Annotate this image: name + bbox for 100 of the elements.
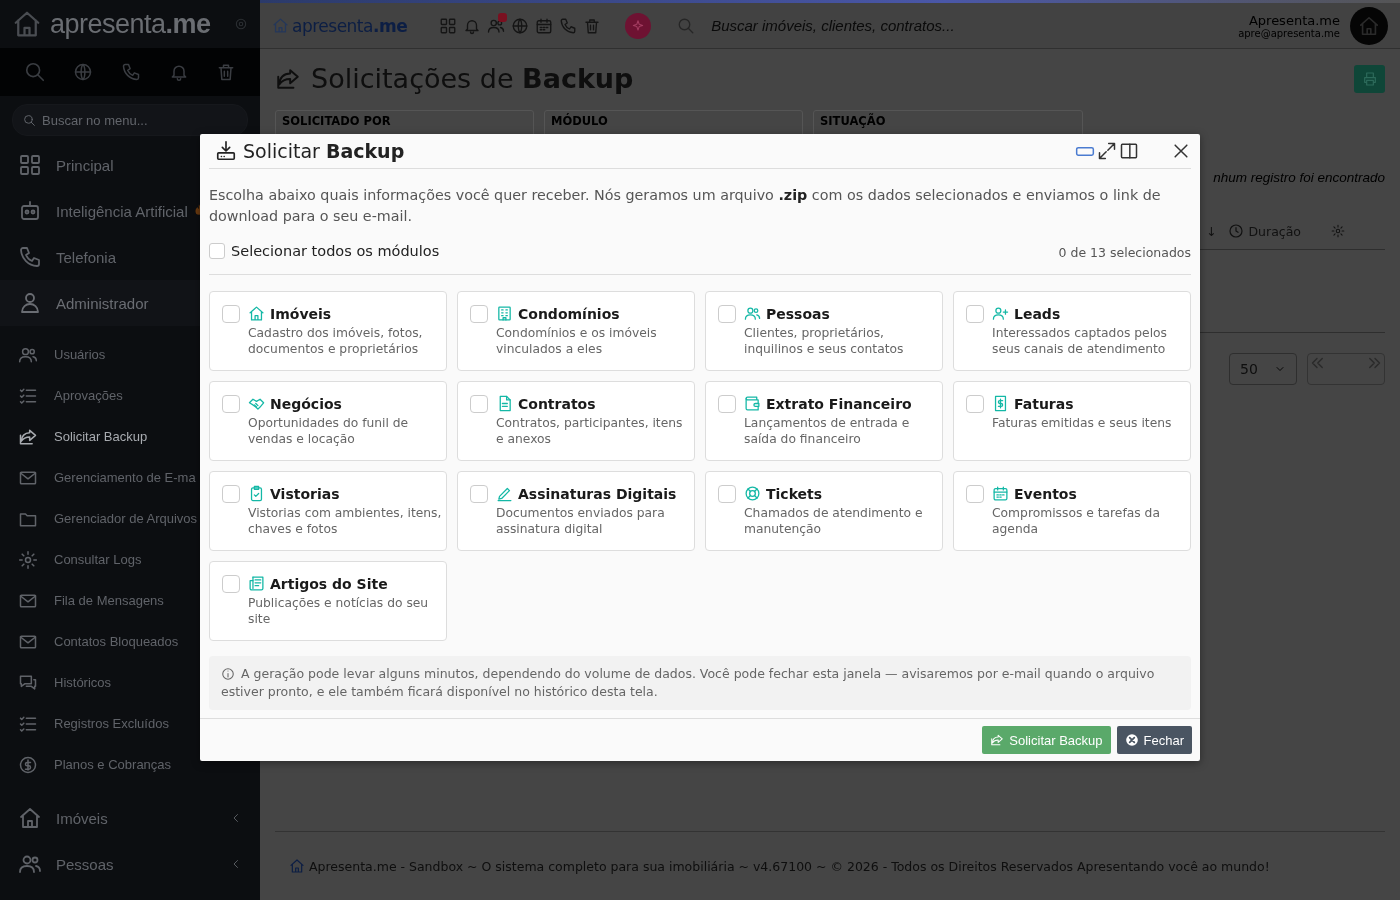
clipboard-check-icon	[248, 485, 265, 502]
module-card[interactable]: Negócios Oportunidades do funil de vendas e locação	[209, 381, 447, 461]
printer-icon	[1361, 70, 1378, 87]
user-avatar[interactable]	[1350, 6, 1388, 45]
people-icon	[744, 305, 761, 322]
module-description: Oportunidades do funil de vendas e locação	[248, 415, 410, 447]
globe-icon	[511, 16, 530, 35]
info-note: A geração pode levar alguns minutos, dependendo do volume de dados. Você pode fechar esta janela — avisaremos por e-mail quando o arquivo estiver pronto, e ele também ficará disponível no histórico desta tela.	[209, 656, 1191, 710]
checkbox[interactable]	[966, 485, 984, 503]
sort-indicator[interactable]: ↓	[1206, 223, 1217, 239]
share-icon	[990, 733, 1005, 747]
phone-icon	[559, 16, 578, 35]
sidebar-item[interactable]: Imóveis	[0, 795, 260, 841]
sidebar-item[interactable]: Planos e Cobranças	[0, 744, 260, 785]
module-description: Condomínios e os imóveis vinculados a eles	[496, 325, 658, 357]
print-button[interactable]	[1354, 64, 1385, 93]
module-description: Faturas emitidas e seus itens	[992, 415, 1172, 431]
dollar-icon	[18, 754, 38, 775]
calendar-icon	[535, 16, 554, 35]
menu-search-field[interactable]: Buscar no menu...	[12, 104, 248, 136]
module-description: Interessados captados pelos seus canais de atendimento	[992, 325, 1168, 357]
module-description: Clientes, proprietários, inquilinos e seus contatos	[744, 325, 905, 357]
checkbox[interactable]	[966, 305, 984, 323]
checkbox[interactable]	[470, 395, 488, 413]
split-view-icon	[1119, 141, 1139, 161]
module-card[interactable]: Condomínios Condomínios e os imóveis vinculados a eles	[457, 291, 695, 371]
house-logo-icon	[272, 17, 289, 34]
module-description: Cadastro dos imóveis, fotos, documentos e proprietários	[248, 325, 424, 357]
phone-icon	[18, 245, 42, 269]
module-card[interactable]: Artigos do Site Publicações e notícias do seu site	[209, 561, 447, 641]
checkbox[interactable]	[222, 305, 240, 323]
module-description: Documentos enviados para assinatura digital	[496, 505, 666, 537]
calendar-icon	[992, 485, 1009, 502]
person-icon	[18, 291, 42, 315]
module-title: Pessoas	[766, 305, 830, 322]
module-card[interactable]: Leads Interessados captados pelos seus canais de atendimento	[953, 291, 1191, 371]
user-email: apre@apresenta.me	[1238, 27, 1340, 39]
pen-icon	[496, 485, 513, 502]
module-card[interactable]: Extrato Financeiro Lançamentos de entrada e saída do financeiro	[705, 381, 943, 461]
sidebar-item[interactable]: Pessoas	[0, 841, 260, 887]
module-title: Vistorias	[270, 485, 340, 502]
checkbox[interactable]	[222, 485, 240, 503]
globe-icon	[73, 62, 94, 82]
checkbox[interactable]	[209, 242, 225, 259]
house-icon	[18, 806, 42, 830]
checkbox[interactable]	[718, 395, 736, 413]
grid-icon	[18, 153, 42, 177]
module-description: Vistorias com ambientes, itens, chaves e fotos	[248, 505, 442, 537]
house-logo-icon	[289, 858, 305, 874]
module-title: Faturas	[1014, 395, 1074, 412]
module-title: Leads	[1014, 305, 1061, 322]
select-all-label[interactable]: Selecionar todos os módulos	[231, 242, 440, 259]
module-card[interactable]: Eventos Compromissos e tarefas da agenda	[953, 471, 1191, 551]
building-icon	[496, 305, 513, 322]
empty-message: nhum registro foi encontrado	[1213, 170, 1385, 185]
checkbox[interactable]	[222, 395, 240, 413]
module-card[interactable]: Imóveis Cadastro dos imóveis, fotos, documentos e proprietários	[209, 291, 447, 371]
module-card[interactable]: Tickets Chamados de atendimento e manutenção	[705, 471, 943, 551]
checkbox[interactable]	[470, 305, 488, 323]
trash-icon	[583, 16, 602, 35]
module-title: Condomínios	[518, 305, 620, 322]
close-circle-icon	[1124, 733, 1139, 747]
person-plus-icon	[992, 305, 1009, 322]
dialog-title: Solicitar Backup	[243, 140, 406, 162]
checkbox[interactable]	[470, 485, 488, 503]
checkbox[interactable]	[718, 305, 736, 323]
global-search-field[interactable]: Buscar imóveis, clientes, contratos...	[709, 16, 1229, 35]
module-card[interactable]: Faturas Faturas emitidas e seus itens	[953, 381, 1191, 461]
wallet-icon	[744, 395, 761, 412]
module-card[interactable]: Contratos Contratos, participantes, itens e anexos	[457, 381, 695, 461]
house-logo-icon	[1358, 14, 1380, 37]
target-icon	[234, 17, 248, 31]
checkbox[interactable]	[222, 575, 240, 593]
module-card[interactable]: Vistorias Vistorias com ambientes, itens, chaves e fotos	[209, 471, 447, 551]
search-icon	[677, 16, 696, 35]
checkbox[interactable]	[718, 485, 736, 503]
house-icon	[248, 305, 265, 322]
selected-count: 0 de 13 selecionados	[1058, 245, 1191, 260]
download-icon	[215, 140, 237, 162]
module-description: Publicações e notícias do seu site	[248, 595, 430, 627]
newspaper-icon	[248, 575, 265, 592]
info-icon	[221, 667, 235, 681]
module-card[interactable]: Assinaturas Digitais Documentos enviados para assinatura digital	[457, 471, 695, 551]
sparkle-icon	[631, 18, 646, 33]
search-icon	[23, 61, 46, 83]
sidebar-logo: apresenta.me	[50, 8, 212, 40]
lifebuoy-icon	[744, 485, 761, 502]
close-button[interactable]: Fechar	[1116, 726, 1192, 754]
module-title: Assinaturas Digitais	[518, 485, 677, 502]
module-description: Compromissos e tarefas da agenda	[992, 505, 1161, 537]
page-title: Solicitações de Backup	[311, 63, 634, 94]
module-card[interactable]: Pessoas Clientes, proprietários, inquilinos e seus contatos	[705, 291, 943, 371]
ai-button[interactable]	[625, 12, 652, 39]
invoice-icon	[992, 395, 1009, 412]
phone-icon	[121, 62, 141, 82]
checkbox[interactable]	[966, 395, 984, 413]
dialog-description: Escolha abaixo quais informações você quer receber. Nós geramos um arquivo .zip com os dados selecionados e enviamos o link de download para o seu e-mail.	[209, 186, 1162, 226]
module-description: Contratos, participantes, itens e anexos	[496, 415, 684, 447]
module-title: Imóveis	[270, 305, 332, 322]
clock-icon	[1228, 223, 1245, 239]
